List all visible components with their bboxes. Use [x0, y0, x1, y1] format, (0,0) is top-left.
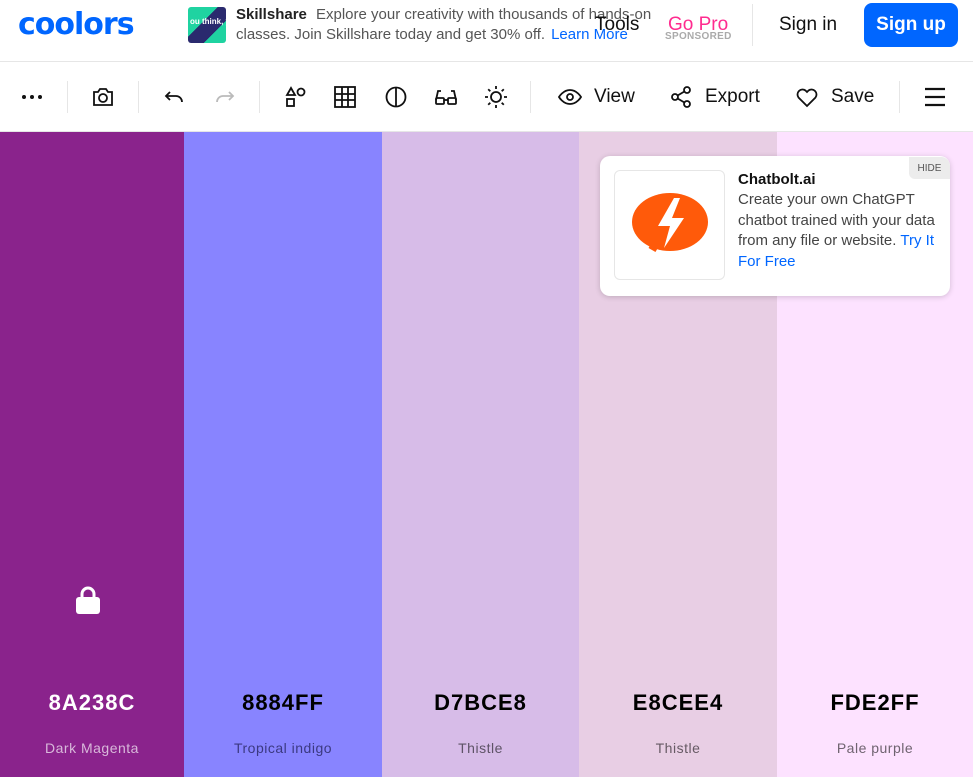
camera-icon[interactable] — [90, 84, 116, 110]
view-button-label: View — [594, 86, 635, 107]
sun-icon[interactable] — [483, 84, 509, 110]
toolbar-divider — [530, 81, 531, 113]
eye-icon — [558, 89, 582, 105]
swatch-hex[interactable]: FDE2FF — [777, 690, 973, 716]
swatch-color-name: Thistle — [655, 740, 701, 756]
ad-body: Create your own ChatGPT chatbot trained … — [738, 190, 938, 272]
grid-icon[interactable] — [332, 84, 358, 110]
swatch-hex[interactable]: D7BCE8 — [382, 690, 579, 716]
view-button[interactable]: View — [558, 83, 635, 111]
export-button-label: Export — [705, 86, 760, 107]
share-icon — [671, 86, 691, 108]
toolbar-divider — [138, 81, 139, 113]
lock-icon[interactable] — [75, 584, 101, 616]
chatbolt-ad-card[interactable]: HIDE Chatbolt.ai Create your own ChatGPT… — [600, 156, 950, 296]
contrast-icon[interactable] — [383, 84, 409, 110]
sign-in-link[interactable]: Sign in — [779, 14, 837, 36]
swatch-color-name: Tropical indigo — [233, 740, 333, 756]
redo-icon[interactable] — [212, 84, 238, 110]
swatch-color-name: Dark Magenta — [45, 740, 139, 756]
toolbar-divider — [899, 81, 900, 113]
color-swatch[interactable]: 8A238C Dark Magenta — [0, 132, 184, 777]
hamburger-menu-icon[interactable] — [922, 84, 948, 110]
nav-divider — [752, 4, 753, 46]
ad-text-line2: classes. Join Skillshare today and get 3… — [236, 26, 628, 43]
heart-icon — [796, 88, 818, 108]
palette-toolbar: View Export Save — [0, 62, 973, 132]
top-nav: coolors ou think, y Skillshare Explore y… — [0, 0, 973, 62]
save-button[interactable]: Save — [795, 83, 874, 111]
shapes-icon[interactable] — [283, 84, 309, 110]
swatch-hex[interactable]: 8A238C — [0, 690, 184, 716]
undo-icon[interactable] — [161, 84, 187, 110]
save-button-label: Save — [831, 86, 875, 107]
skillshare-ad-thumbnail[interactable]: ou think, y — [188, 7, 226, 43]
swatch-hex[interactable]: 8884FF — [184, 690, 382, 716]
more-options-icon[interactable] — [19, 84, 45, 110]
swatch-color-name: Thistle — [458, 740, 503, 756]
export-button[interactable]: Export — [669, 83, 760, 111]
coolors-logo[interactable]: coolors — [18, 8, 135, 42]
ad-title[interactable]: Chatbolt.ai — [738, 171, 816, 188]
tools-menu[interactable]: Tools — [595, 14, 639, 36]
chatbolt-logo[interactable] — [614, 170, 725, 280]
glasses-icon[interactable] — [433, 84, 459, 110]
ad-brand[interactable]: Skillshare — [236, 6, 307, 23]
hide-ad-button[interactable]: HIDE — [909, 157, 950, 179]
color-swatch[interactable]: 8884FF Tropical indigo — [184, 132, 382, 777]
swatch-hex[interactable]: E8CEE4 — [579, 690, 777, 716]
sign-up-button[interactable]: Sign up — [864, 3, 958, 47]
go-pro-link[interactable]: Go Pro — [668, 14, 728, 36]
toolbar-divider — [67, 81, 68, 113]
ad-text-line2-text: classes. Join Skillshare today and get 3… — [236, 26, 546, 43]
swatch-color-name: Pale purple — [836, 740, 914, 756]
toolbar-divider — [259, 81, 260, 113]
color-swatch[interactable]: D7BCE8 Thistle — [382, 132, 579, 777]
